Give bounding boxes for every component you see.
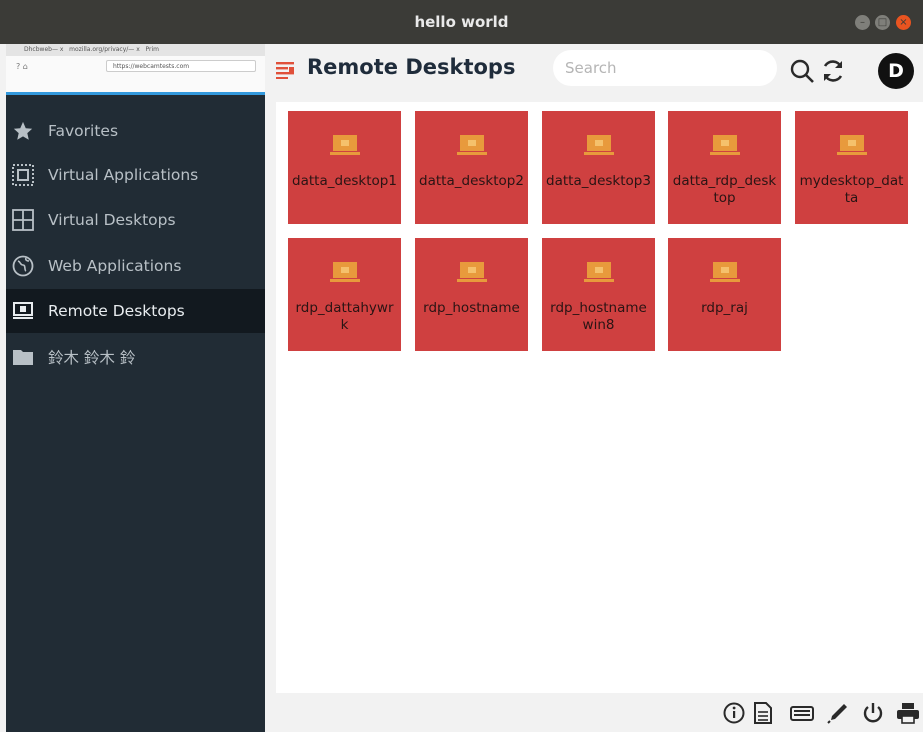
desktop-tile[interactable]: mydesktop_datta: [795, 111, 908, 224]
sidebar: Favorites Virtual Applications Virtual D…: [6, 95, 265, 732]
tile-label: rdp_hostname: [423, 300, 520, 316]
sidebar-item-web-applications[interactable]: Web Applications: [6, 244, 265, 288]
info-button[interactable]: [723, 702, 745, 728]
search-input[interactable]: [553, 50, 777, 86]
power-button[interactable]: [862, 702, 884, 728]
laptop-icon: [710, 260, 740, 288]
content-header: Remote Desktops D: [265, 44, 923, 98]
document-icon: [754, 702, 772, 724]
desktop-tile[interactable]: datta_desktop2: [415, 111, 528, 224]
desktop-grid: datta_desktop1 datta_desktop2 datta_desk…: [276, 102, 923, 693]
printer-icon: [897, 703, 919, 724]
page-title: Remote Desktops: [307, 55, 516, 79]
laptop-icon: [584, 260, 614, 288]
sidebar-item-label: Remote Desktops: [48, 302, 185, 320]
desktop-tile[interactable]: datta_rdp_desktop: [668, 111, 781, 224]
laptop-icon: [457, 260, 487, 288]
title-bar: hello world – □ ×: [0, 0, 923, 44]
desktop-tile[interactable]: rdp_hostnamewin8: [542, 238, 655, 351]
tile-label: datta_desktop1: [292, 173, 397, 189]
tile-label: rdp_raj: [701, 300, 748, 316]
keyboard-button[interactable]: [790, 702, 814, 728]
desktop-tile[interactable]: datta_desktop3: [542, 111, 655, 224]
close-icon: ×: [899, 17, 908, 28]
thumbnail-url: https://webcamtests.com: [106, 60, 256, 72]
sidebar-item-favorites[interactable]: Favorites: [6, 109, 265, 153]
sidebar-item-folder[interactable]: 鈴木 鈴木 鈴: [6, 335, 265, 379]
tile-label: rdp_dattahywrk: [295, 300, 394, 333]
sidebar-item-label: Virtual Applications: [48, 166, 199, 184]
refresh-button[interactable]: [820, 58, 846, 88]
sidebar-item-virtual-applications[interactable]: Virtual Applications: [6, 153, 265, 197]
tile-label: datta_desktop2: [419, 173, 524, 189]
thumbnail-tabs: Dhcbweb— x mozilla.org/privacy/— x Prim: [6, 44, 265, 56]
desktop-tile[interactable]: rdp_raj: [668, 238, 781, 351]
tile-label: mydesktop_datta: [799, 173, 904, 206]
tile-label: datta_rdp_desktop: [672, 173, 777, 206]
sidebar-item-label: Favorites: [48, 122, 119, 140]
maximize-icon: □: [877, 17, 888, 28]
monitor-icon: [12, 300, 34, 322]
refresh-icon: [823, 60, 843, 82]
laptop-icon: [457, 133, 487, 161]
laptop-icon: [837, 133, 867, 161]
sidebar-item-remote-desktops[interactable]: Remote Desktops: [6, 289, 265, 333]
list-menu-icon: [275, 60, 295, 84]
user-avatar[interactable]: D: [878, 53, 914, 89]
laptop-icon: [330, 133, 360, 161]
laptop-icon: [330, 260, 360, 288]
print-button[interactable]: [896, 702, 920, 728]
browser-thumbnail[interactable]: Dhcbweb— x mozilla.org/privacy/— x Prim …: [6, 44, 265, 95]
folder-icon: [12, 346, 34, 368]
minimize-button[interactable]: –: [855, 15, 870, 30]
tile-label: datta_desktop3: [546, 173, 651, 189]
pen-button[interactable]: [827, 702, 849, 728]
laptop-icon: [710, 133, 740, 161]
search-icon: [790, 59, 814, 83]
keyboard-icon: [790, 706, 814, 721]
tile-label: rdp_hostnamewin8: [550, 300, 647, 333]
app-window: hello world – □ × Dhcbweb— x mozilla.org…: [0, 0, 923, 732]
star-icon: [12, 120, 34, 142]
maximize-button[interactable]: □: [875, 15, 890, 30]
info-icon: [723, 702, 745, 724]
sidebar-item-label: 鈴木 鈴木 鈴: [48, 349, 136, 367]
power-icon: [863, 703, 883, 723]
pen-icon: [827, 704, 847, 724]
sidebar-item-label: Virtual Desktops: [48, 211, 176, 229]
document-button[interactable]: [753, 702, 773, 728]
laptop-icon: [584, 133, 614, 161]
search-button[interactable]: [789, 58, 815, 88]
minimize-icon: –: [860, 17, 865, 28]
globe-icon: [12, 255, 34, 277]
desktop-grid-icon: [12, 209, 34, 231]
app-grid-icon: [12, 164, 34, 186]
sidebar-item-label: Web Applications: [48, 257, 182, 275]
window-title: hello world: [414, 13, 509, 31]
thumbnail-nav-icons: ? ⌂: [16, 62, 28, 71]
desktop-tile[interactable]: datta_desktop1: [288, 111, 401, 224]
sidebar-item-virtual-desktops[interactable]: Virtual Desktops: [6, 198, 265, 242]
close-button[interactable]: ×: [896, 15, 911, 30]
desktop-tile[interactable]: rdp_hostname: [415, 238, 528, 351]
footer-toolbar: [265, 693, 923, 732]
desktop-tile[interactable]: rdp_dattahywrk: [288, 238, 401, 351]
